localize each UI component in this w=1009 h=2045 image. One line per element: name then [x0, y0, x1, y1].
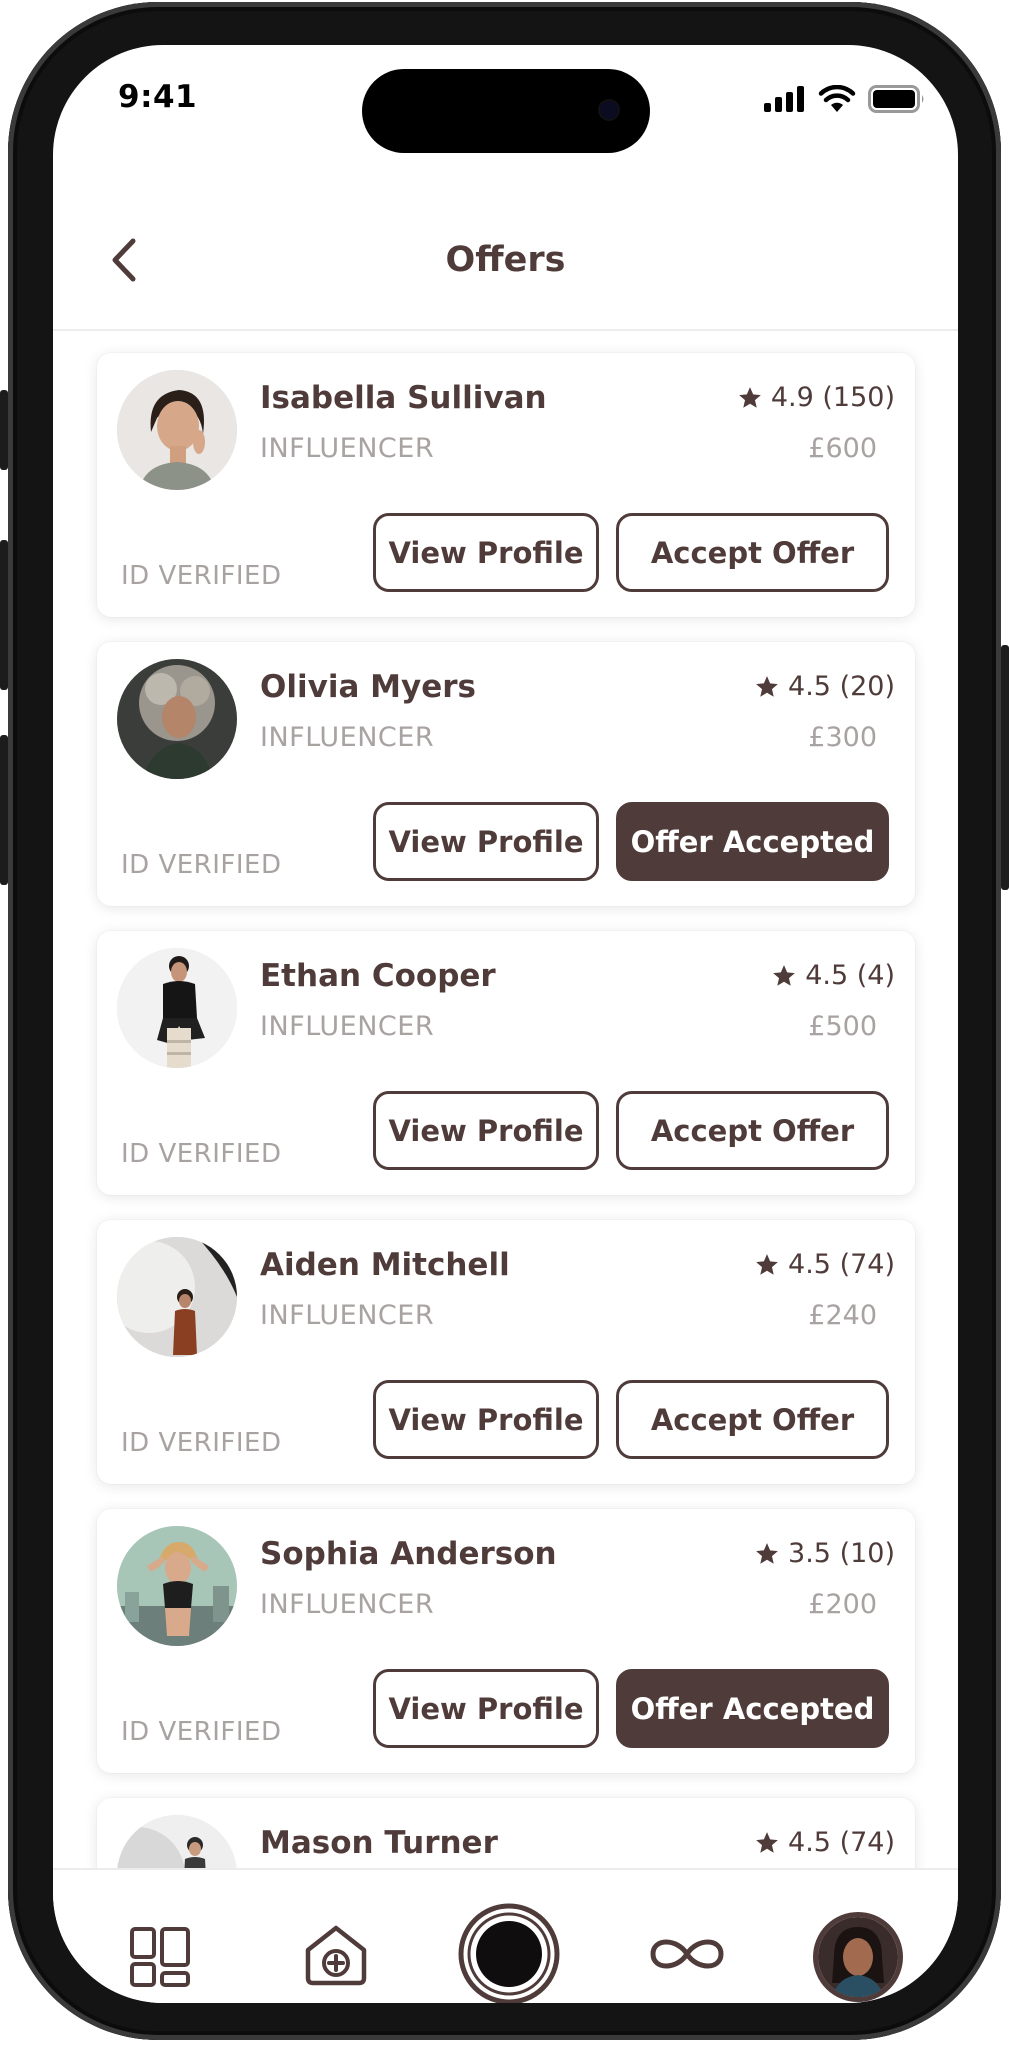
tab-bar — [53, 1868, 958, 2003]
view-profile-button[interactable]: View Profile — [373, 1669, 599, 1748]
action-button — [0, 390, 8, 470]
influencer-role: INFLUENCER — [260, 1011, 435, 1042]
id-verified-label: ID VERIFIED — [121, 1139, 282, 1169]
rating: 4.5 (4) — [771, 960, 895, 991]
offer-card: Isabella Sullivan INFLUENCER 4.9 (150) £… — [97, 353, 915, 617]
infinity-icon[interactable] — [647, 1932, 727, 1976]
status-icons — [764, 85, 926, 113]
offer-accepted-button[interactable]: Offer Accepted — [616, 802, 889, 881]
volume-up-button — [0, 540, 8, 690]
dashboard-icon[interactable] — [129, 1926, 191, 1988]
avatar[interactable] — [117, 1237, 237, 1357]
avatar[interactable] — [117, 948, 237, 1068]
offer-price: £240 — [808, 1300, 877, 1331]
offer-accepted-button[interactable]: Offer Accepted — [616, 1669, 889, 1748]
rating: 4.5 (20) — [754, 671, 895, 702]
rating: 4.9 (150) — [737, 382, 895, 413]
wifi-icon — [818, 85, 856, 112]
avatar[interactable] — [117, 1815, 237, 1868]
offer-card: Sophia Anderson INFLUENCER 3.5 (10) £200… — [97, 1509, 915, 1773]
offers-list[interactable]: Isabella Sullivan INFLUENCER 4.9 (150) £… — [53, 333, 958, 1868]
offer-price: £500 — [808, 1011, 877, 1042]
battery-icon — [868, 85, 924, 113]
offer-card: Olivia Myers INFLUENCER 4.5 (20) £300 ID… — [97, 642, 915, 906]
rating-value: 4.5 (4) — [805, 960, 895, 991]
front-camera-icon — [600, 101, 618, 119]
dynamic-island — [362, 69, 650, 153]
rating-value: 4.5 (74) — [788, 1249, 895, 1280]
page-title: Offers — [445, 240, 566, 280]
id-verified-label: ID VERIFIED — [121, 1428, 282, 1458]
avatar[interactable] — [117, 1526, 237, 1646]
id-verified-label: ID VERIFIED — [121, 1717, 282, 1747]
star-icon — [773, 964, 796, 986]
offer-card: Aiden Mitchell INFLUENCER 4.5 (74) £240 … — [97, 1220, 915, 1484]
avatar[interactable] — [117, 370, 237, 490]
id-verified-label: ID VERIFIED — [121, 850, 282, 880]
power-button — [1001, 645, 1009, 890]
rating-value: 3.5 (10) — [788, 1538, 895, 1569]
record-icon[interactable] — [457, 1902, 561, 2003]
influencer-name: Ethan Cooper — [260, 958, 496, 994]
rating: 4.5 (74) — [754, 1827, 895, 1858]
accept-offer-button[interactable]: Accept Offer — [616, 1380, 889, 1459]
star-icon — [756, 675, 778, 697]
offer-price: £200 — [808, 1589, 877, 1620]
star-icon — [756, 1831, 778, 1853]
offer-price: £600 — [808, 433, 877, 464]
influencer-name: Sophia Anderson — [260, 1536, 557, 1572]
id-verified-label: ID VERIFIED — [121, 561, 282, 591]
influencer-role: INFLUENCER — [260, 433, 435, 464]
home-add-icon[interactable] — [303, 1922, 369, 1988]
avatar[interactable] — [117, 659, 237, 779]
influencer-role: INFLUENCER — [260, 1589, 435, 1620]
influencer-name: Isabella Sullivan — [260, 380, 547, 416]
influencer-name: Aiden Mitchell — [260, 1247, 510, 1283]
influencer-name: Mason Turner — [260, 1825, 498, 1861]
rating: 3.5 (10) — [754, 1538, 895, 1569]
view-profile-button[interactable]: View Profile — [373, 513, 599, 592]
offer-card: Mason Turner 4.5 (74) — [97, 1798, 915, 1868]
influencer-name: Olivia Myers — [260, 669, 476, 705]
rating-value: 4.5 (74) — [788, 1827, 895, 1858]
volume-down-button — [0, 735, 8, 885]
star-icon — [739, 386, 761, 408]
offer-price: £300 — [808, 722, 877, 753]
accept-offer-button[interactable]: Accept Offer — [616, 1091, 889, 1170]
influencer-role: INFLUENCER — [260, 1300, 435, 1331]
header: Offers — [53, 160, 958, 331]
status-time: 9:41 — [118, 79, 198, 115]
influencer-role: INFLUENCER — [260, 722, 435, 753]
view-profile-button[interactable]: View Profile — [373, 1380, 599, 1459]
cellular-signal-icon — [764, 86, 804, 112]
rating-value: 4.5 (20) — [788, 671, 895, 702]
view-profile-button[interactable]: View Profile — [373, 1091, 599, 1170]
rating-value: 4.9 (150) — [770, 382, 895, 413]
phone-screen: 9:41 Offers Isabella Sullivan INFLUENCER… — [53, 45, 958, 2003]
offer-card: Ethan Cooper INFLUENCER 4.5 (4) £500 ID … — [97, 931, 915, 1195]
star-icon — [756, 1253, 778, 1275]
star-icon — [756, 1542, 778, 1564]
rating: 4.5 (74) — [754, 1249, 895, 1280]
accept-offer-button[interactable]: Accept Offer — [616, 513, 889, 592]
view-profile-button[interactable]: View Profile — [373, 802, 599, 881]
profile-avatar[interactable] — [813, 1912, 903, 2002]
